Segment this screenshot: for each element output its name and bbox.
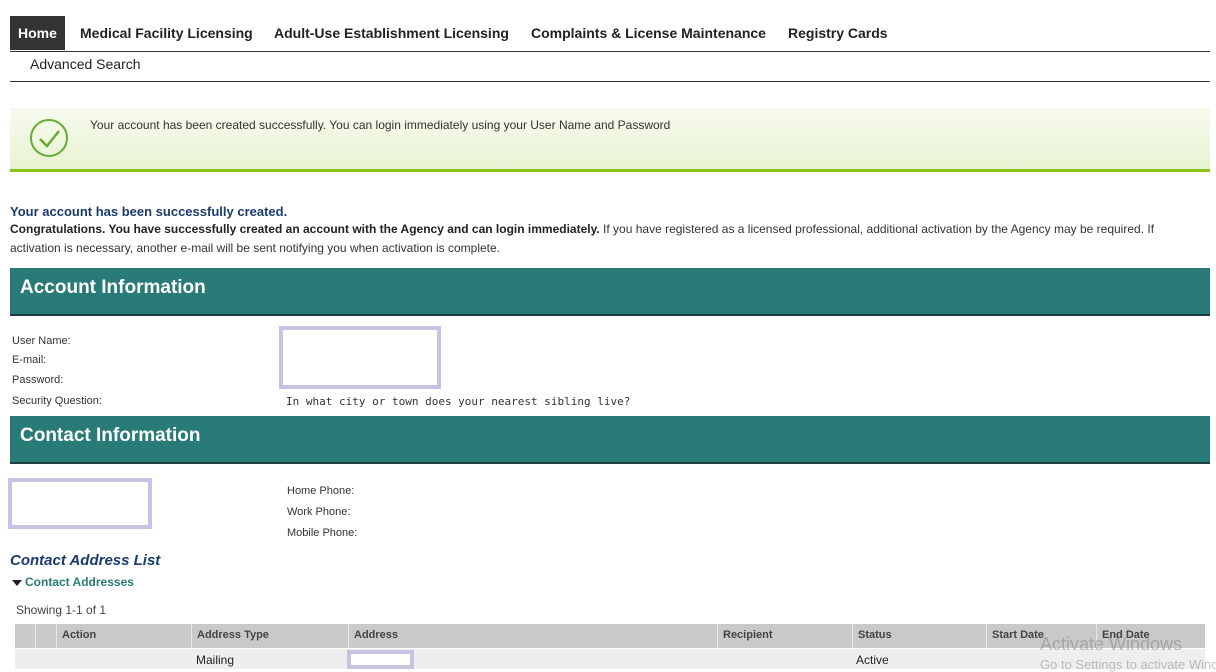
status-cell: Active — [856, 653, 889, 667]
column-action: Action — [56, 624, 190, 648]
column-recipient[interactable]: Recipient — [717, 624, 851, 648]
column-address-type[interactable]: Address Type — [191, 624, 347, 648]
congrats-bold: Congratulations. You have successfully c… — [10, 222, 600, 236]
main-nav: Home Medical Facility Licensing Adult-Us… — [10, 16, 1210, 52]
success-banner: Your account has been created successful… — [10, 108, 1210, 172]
contact-addresses-label: Contact Addresses — [25, 575, 134, 589]
check-circle-icon — [30, 119, 68, 157]
congrats-text: Congratulations. You have successfully c… — [10, 220, 1185, 258]
password-label: Password: — [12, 374, 64, 386]
triangle-down-icon — [12, 579, 22, 586]
column-address[interactable]: Address — [348, 624, 716, 648]
contact-info-title: Contact Information — [20, 425, 201, 446]
security-question-label: Security Question: — [12, 395, 102, 407]
mobile-phone-label: Mobile Phone: — [287, 527, 358, 539]
redacted-account-values — [279, 326, 441, 389]
advanced-search-link[interactable]: Advanced Search — [30, 56, 141, 72]
success-message: Your account has been created successful… — [90, 118, 671, 132]
security-question-value: In what city or town does your nearest s… — [286, 395, 631, 408]
account-info-header: Account Information — [10, 268, 1210, 316]
home-phone-label: Home Phone: — [287, 485, 355, 497]
tab-registry-cards[interactable]: Registry Cards — [788, 16, 888, 50]
sub-nav: Advanced Search — [10, 51, 1210, 82]
username-label: User Name: — [12, 335, 71, 347]
table-row: Mailing Active — [15, 649, 1205, 669]
redacted-contact-name — [8, 478, 152, 529]
address-table-header: Action Address Type Address Recipient St… — [15, 624, 1205, 648]
contact-info-header: Contact Information — [10, 416, 1210, 464]
contact-address-list-title: Contact Address List — [10, 552, 161, 569]
activate-windows-watermark: Activate Windows — [1040, 634, 1183, 654]
activate-windows-subtext: Go to Settings to activate Windows. — [1040, 657, 1216, 672]
select-column — [35, 624, 55, 648]
tab-medical-facility-licensing[interactable]: Medical Facility Licensing — [80, 16, 253, 50]
column-status[interactable]: Status — [852, 624, 986, 648]
showing-count: Showing 1-1 of 1 — [16, 603, 107, 617]
address-type-cell: Mailing — [196, 653, 235, 667]
tab-complaints-maintenance[interactable]: Complaints & License Maintenance — [531, 16, 766, 50]
tab-adult-use-licensing[interactable]: Adult-Use Establishment Licensing — [274, 16, 509, 50]
redacted-address — [347, 650, 414, 669]
contact-addresses-toggle[interactable]: Contact Addresses — [12, 575, 134, 589]
created-title: Your account has been successfully creat… — [10, 204, 288, 219]
email-label: E-mail: — [12, 354, 47, 366]
tab-home[interactable]: Home — [10, 16, 65, 50]
work-phone-label: Work Phone: — [287, 506, 351, 518]
account-info-title: Account Information — [20, 277, 206, 298]
